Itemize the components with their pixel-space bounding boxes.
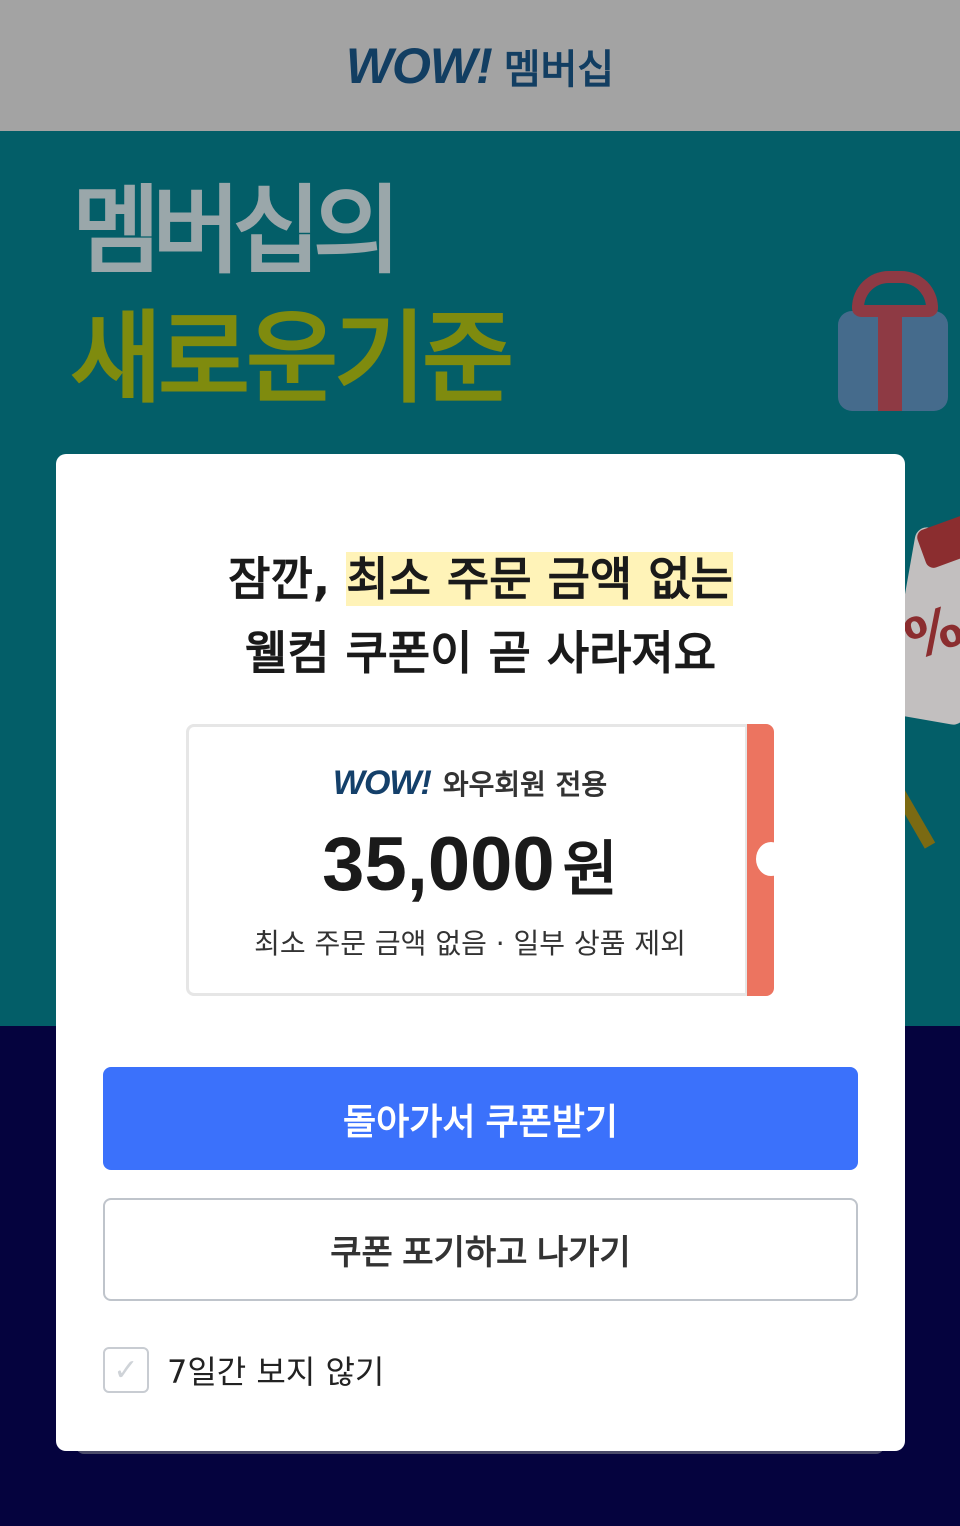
banner-headline-line2: 새로운기준 bbox=[70, 300, 514, 417]
dont-show-checkbox[interactable]: ✓ bbox=[103, 1347, 149, 1393]
title-prefix: 잠깐, bbox=[228, 552, 347, 606]
modal-title: 잠깐, 최소 주문 금액 없는 웰컴 쿠폰이 곧 사라져요 bbox=[56, 542, 905, 690]
give-up-coupon-button[interactable]: 쿠폰 포기하고 나가기 bbox=[103, 1198, 858, 1301]
coupon-modal: 잠깐, 최소 주문 금액 없는 웰컴 쿠폰이 곧 사라져요 WOW! 와우회원 … bbox=[56, 454, 905, 1451]
wow-logo: WOW! bbox=[345, 37, 493, 94]
gift-box-icon bbox=[838, 271, 948, 411]
get-coupon-button[interactable]: 돌아가서 쿠폰받기 bbox=[103, 1067, 858, 1170]
welcome-coupon: WOW! 와우회원 전용 35,000 원 최소 주문 금액 없음 · 일부 상품… bbox=[186, 724, 786, 996]
check-icon: ✓ bbox=[113, 1352, 139, 1388]
coupon-amount-unit: 원 bbox=[562, 835, 618, 905]
membership-logo: WOW! 멤버십 bbox=[346, 37, 614, 95]
dont-show-label[interactable]: 7일간 보지 않기 bbox=[167, 1347, 384, 1393]
header-title: 멤버십 bbox=[503, 46, 615, 93]
dont-show-7days-row[interactable]: ✓ 7일간 보지 않기 bbox=[103, 1347, 384, 1393]
coupon-notch bbox=[756, 842, 786, 876]
app-header: WOW! 멤버십 bbox=[0, 0, 960, 131]
coupon-amount: 35,000 원 bbox=[189, 821, 751, 908]
coupon-wow-logo: WOW! bbox=[332, 763, 432, 802]
coupon-member-only: 와우회원 전용 bbox=[442, 768, 608, 801]
coupon-body: WOW! 와우회원 전용 35,000 원 최소 주문 금액 없음 · 일부 상품… bbox=[186, 724, 748, 996]
banner-headline-line1: 멤버십의 bbox=[72, 175, 401, 287]
coupon-amount-value: 35,000 bbox=[322, 822, 555, 907]
title-highlight: 최소 주문 금액 없는 bbox=[346, 552, 733, 606]
title-line2: 웰컴 쿠폰이 곧 사라져요 bbox=[244, 626, 717, 680]
coupon-header: WOW! 와우회원 전용 bbox=[189, 763, 751, 803]
coupon-conditions: 최소 주문 금액 없음 · 일부 상품 제외 bbox=[254, 927, 686, 960]
